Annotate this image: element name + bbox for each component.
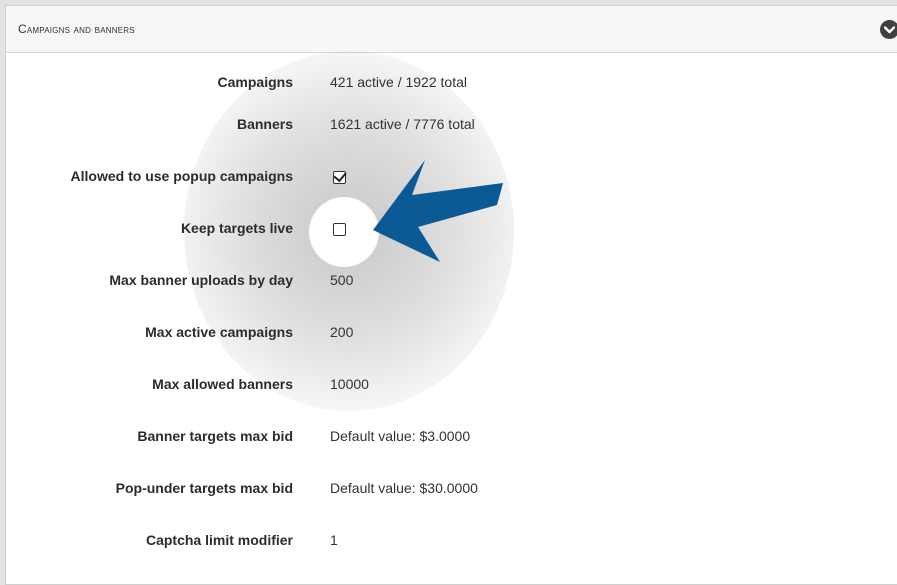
row-popup-campaigns: Allowed to use popup campaigns [6, 166, 886, 190]
keep-targets-live-checkbox[interactable] [333, 223, 346, 236]
row-value: Default value: $3.0000 [330, 428, 471, 444]
row-keep-targets-live: Keep targets live [6, 218, 886, 242]
row-max-allowed-banners: Max allowed banners 10000 [6, 374, 886, 398]
collapse-button[interactable] [880, 20, 897, 39]
row-label: Max allowed banners [152, 376, 293, 392]
row-label: Max active campaigns [145, 324, 293, 340]
popup-campaigns-checkbox[interactable] [333, 168, 347, 184]
row-label: Pop-under targets max bid [115, 480, 293, 496]
row-label: Allowed to use popup campaigns [70, 168, 293, 184]
row-value: Default value: $30.0000 [330, 480, 478, 496]
row-banner-targets-max-bid: Banner targets max bid Default value: $3… [6, 426, 886, 450]
panel-header: Campaigns and banners [6, 6, 897, 53]
row-label: Captcha limit modifier [145, 532, 293, 548]
campaigns-banners-panel: Campaigns and banners Campaigns 421 acti… [5, 5, 897, 585]
check-icon [333, 168, 347, 183]
row-captcha-limit-modifier: Captcha limit modifier 1 [6, 530, 886, 554]
panel-title: Campaigns and banners [18, 22, 135, 36]
row-campaigns: Campaigns 421 active / 1922 total [6, 72, 886, 96]
row-popunder-targets-max-bid: Pop-under targets max bid Default value:… [6, 478, 886, 502]
row-value: 421 active / 1922 total [330, 74, 467, 90]
row-label: Banners [236, 116, 293, 132]
row-label: Banner targets max bid [137, 428, 293, 444]
row-value: 1 [330, 532, 338, 548]
row-banners: Banners 1621 active / 7776 total [6, 114, 886, 138]
row-label: Campaigns [217, 74, 293, 90]
chevron-down-icon [884, 25, 895, 33]
row-value: 200 [330, 324, 354, 340]
row-max-active-campaigns: Max active campaigns 200 [6, 322, 886, 346]
row-value: 500 [330, 272, 354, 288]
row-max-banner-uploads: Max banner uploads by day 500 [6, 270, 886, 294]
row-label: Keep targets live [180, 220, 293, 236]
row-value: 10000 [330, 376, 369, 392]
row-label: Max banner uploads by day [109, 272, 293, 288]
row-value: 1621 active / 7776 total [330, 116, 475, 132]
